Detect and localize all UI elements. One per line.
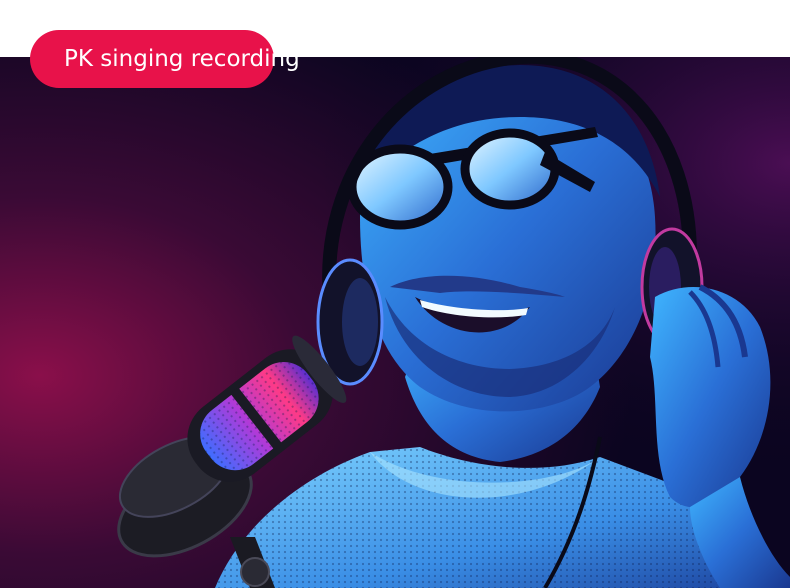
hero-scene: [0, 57, 790, 588]
page: PK singing recording: [0, 0, 790, 588]
person-head: [360, 65, 660, 412]
title-pill-label: PK singing recording: [64, 46, 300, 72]
hero-photo: [0, 57, 790, 588]
